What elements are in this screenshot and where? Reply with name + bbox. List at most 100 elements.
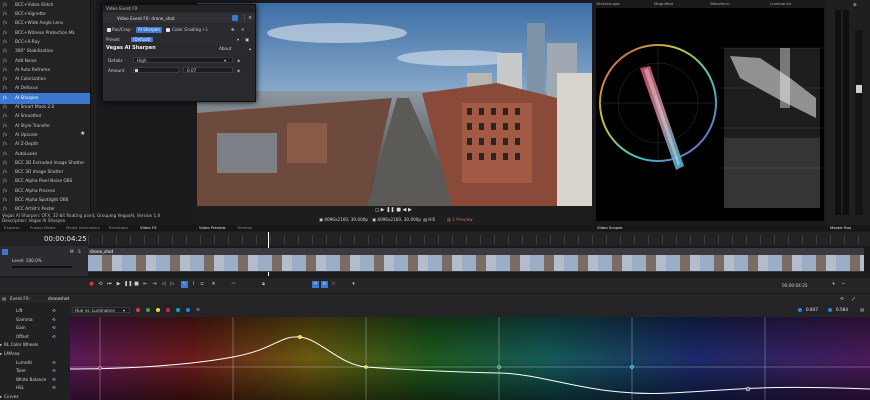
go-start-icon[interactable]: ⇤: [142, 281, 149, 288]
tab-explorer[interactable]: Explorer: [4, 225, 20, 231]
go-end-icon[interactable]: ⇥: [151, 281, 158, 288]
play-icon[interactable]: ▶: [115, 281, 122, 288]
video-fx-list[interactable]: fx BCC+Video Glitch fx BCC+Vignette fx BCC+Wi…: [0, 0, 90, 214]
play-from-start-icon[interactable]: ⏮: [106, 281, 113, 288]
preview-next-frame-icon[interactable]: ▶: [408, 207, 412, 213]
hue-vs-luminance-curve[interactable]: [70, 317, 870, 400]
auto-crossfade-icon[interactable]: ⤫: [330, 281, 337, 288]
section-reset-icon[interactable]: ⟲: [52, 377, 56, 382]
section-reset-icon[interactable]: ⟲: [52, 317, 56, 322]
about-button[interactable]: About: [219, 46, 231, 51]
stop-icon[interactable]: ■: [133, 281, 140, 288]
color-section-item[interactable]: Lumetti ⟲: [0, 359, 70, 367]
chain-item-color-grading[interactable]: Color Grading: [172, 27, 201, 32]
color-section-item[interactable]: LMArea ▸: [0, 350, 70, 358]
tab-master-bus[interactable]: Master Bus: [830, 225, 851, 231]
preset-select[interactable]: (Default): [131, 36, 153, 42]
preview-play-icon[interactable]: ▶: [381, 207, 385, 213]
curve-value-b[interactable]: 0.584: [836, 307, 848, 312]
section-reset-icon[interactable]: ⟲: [52, 325, 56, 330]
zoom-in-icon[interactable]: +: [830, 281, 837, 288]
marker-icon[interactable]: ▾: [350, 281, 357, 288]
swatch-magenta[interactable]: [166, 308, 170, 312]
amount-keyframe-icon[interactable]: ◈: [237, 68, 240, 73]
preview-pause-icon[interactable]: ❚❚: [386, 207, 394, 213]
lock-icon[interactable]: 🔒︎: [260, 281, 267, 288]
fx-plugin-chain-button[interactable]: [232, 15, 238, 21]
section-reset-icon[interactable]: ⟲: [52, 368, 56, 373]
color-section-item[interactable]: Curves ▸: [0, 393, 70, 400]
section-expand-icon[interactable]: ▸: [0, 351, 2, 356]
section-reset-icon[interactable]: ⟲: [52, 334, 56, 339]
curve-value-a[interactable]: 0.847: [806, 307, 818, 312]
detail-select[interactable]: High ▾: [133, 57, 233, 63]
detail-keyframe-icon[interactable]: ◈: [237, 58, 240, 63]
tab-project-media[interactable]: Project Media: [30, 225, 56, 231]
color-section-item[interactable]: White Balance ⟲: [0, 376, 70, 384]
tab-media-generators[interactable]: Media Generators: [66, 225, 100, 231]
record-icon[interactable]: ●: [88, 281, 95, 288]
swatch-green[interactable]: [146, 308, 150, 312]
swatch-cyan[interactable]: [176, 308, 180, 312]
section-expand-icon[interactable]: ▸: [0, 394, 2, 399]
swatch-red[interactable]: [136, 308, 140, 312]
color-grading-expand-icon[interactable]: ⤢: [852, 296, 855, 301]
magnified-toggle[interactable]: Magnified: [654, 1, 673, 6]
fx-dialog-menu-icon[interactable]: ⋮: [242, 15, 247, 21]
curve-mode-select[interactable]: Hue vs. Luminance ▾: [72, 307, 130, 313]
chain-item-ai-sharpen[interactable]: AI Sharpen: [136, 26, 162, 33]
zoom-out-icon[interactable]: −: [840, 281, 847, 288]
amount-slider-thumb[interactable]: [135, 69, 138, 72]
fx-list-scrollbar[interactable]: [90, 0, 96, 214]
mixer-settings-icon[interactable]: ⚙: [853, 2, 857, 7]
plugin-collapse-icon[interactable]: ▴: [249, 46, 251, 51]
curve-reset-icon[interactable]: ⟲: [196, 307, 200, 312]
preview-loop-icon[interactable]: ◻: [375, 207, 379, 213]
prev-frame-icon[interactable]: ◁: [160, 281, 167, 288]
color-section-item[interactable]: HSL ⟲: [0, 384, 70, 392]
chain-pancrop-checkbox[interactable]: [107, 27, 111, 32]
tab-video-fx[interactable]: Video FX: [140, 225, 157, 231]
fx-dialog-titlebar[interactable]: Video Event FX: [103, 5, 255, 12]
trim-icon[interactable]: ⊏: [199, 281, 206, 288]
tab-video-scopes[interactable]: Video Scopes: [597, 225, 622, 231]
preset-save-icon[interactable]: ▾: [237, 37, 239, 42]
split-icon[interactable]: ⌇: [190, 281, 197, 288]
chain-remove-icon[interactable]: ✕: [241, 27, 245, 32]
section-reset-icon[interactable]: ⟲: [52, 308, 56, 313]
curve-options-icon[interactable]: ▤: [860, 307, 864, 312]
amount-input[interactable]: 0.07: [183, 67, 233, 73]
amount-slider[interactable]: [133, 67, 179, 73]
section-expand-icon[interactable]: ▸: [0, 342, 2, 347]
section-reset-icon[interactable]: ⟲: [52, 385, 56, 390]
delete-icon[interactable]: ✕: [210, 281, 217, 288]
curve-editor[interactable]: [70, 317, 870, 400]
color-section-item[interactable]: RL Color Wheels ▸: [0, 341, 70, 349]
track-solo-button[interactable]: S: [78, 249, 81, 254]
tab-transitions[interactable]: Transitions: [108, 225, 128, 231]
pause-icon[interactable]: ❚❚: [124, 281, 132, 288]
master-fader-track[interactable]: [855, 30, 863, 215]
next-frame-icon[interactable]: ▷: [169, 281, 176, 288]
track-level[interactable]: Level: 100.0%: [12, 258, 42, 263]
preview-prev-frame-icon[interactable]: ◀: [403, 207, 407, 213]
luminance-select[interactable]: Luminance: [770, 1, 791, 6]
chain-item-pancrop[interactable]: Pan/Crop: [112, 27, 131, 32]
chain-colorgrading-checkbox[interactable]: [166, 27, 170, 32]
track-mute-button[interactable]: M: [70, 249, 74, 254]
normal-edit-tool-icon[interactable]: ↖: [181, 281, 188, 288]
video-event-fx-dialog[interactable]: Video Event FX Video Event FX: drone_sho…: [102, 4, 256, 102]
master-fader-thumb[interactable]: [856, 85, 862, 93]
tab-trimmer[interactable]: Trimmer: [237, 225, 253, 231]
preset-delete-icon[interactable]: ▣: [245, 37, 249, 42]
preview-stop-icon[interactable]: ■: [396, 207, 401, 213]
color-section-item[interactable]: Gain ⟲: [0, 324, 70, 332]
color-section-item[interactable]: Offset ⟲: [0, 333, 70, 341]
section-reset-icon[interactable]: ⟲: [52, 360, 56, 365]
color-section-item[interactable]: Lift ⟲: [0, 307, 70, 315]
video-clip-drone-shot[interactable]: drone_shot: [88, 248, 864, 272]
color-section-item[interactable]: Gamma ⟲: [0, 316, 70, 324]
snap-icon[interactable]: ⌗: [312, 281, 319, 288]
swatch-yellow[interactable]: [156, 308, 160, 312]
fx-dialog-close-icon[interactable]: ×: [248, 15, 252, 21]
